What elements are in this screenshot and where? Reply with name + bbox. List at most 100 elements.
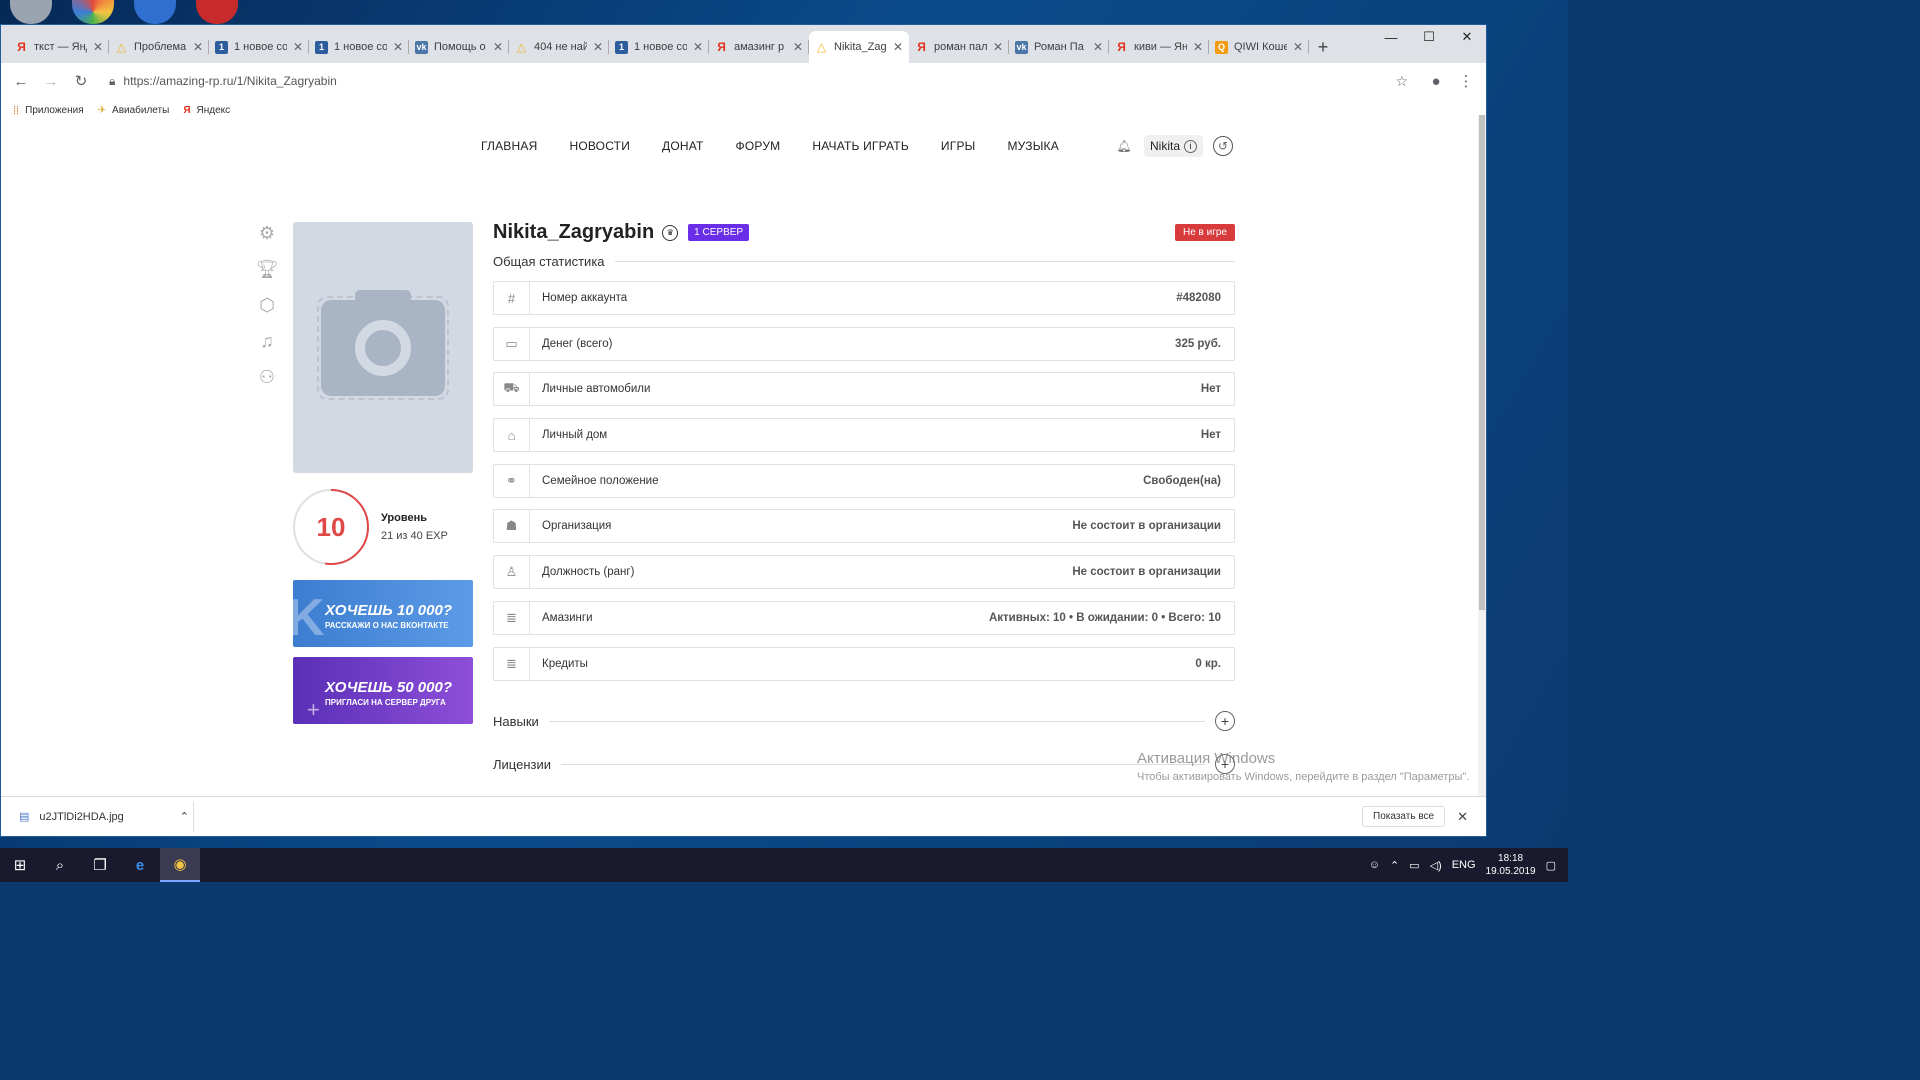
notification-icon[interactable]: ▢ [1546, 859, 1556, 872]
tab-close-icon[interactable]: ✕ [1093, 40, 1103, 54]
invite-promo-banner[interactable]: + ХОЧЕШЬ 50 000? ПРИГЛАСИ НА СЕРВЕР ДРУГ… [293, 657, 473, 724]
tab-close-icon[interactable]: ✕ [393, 40, 403, 54]
tab-close-icon[interactable]: ✕ [93, 40, 103, 54]
nav-link[interactable]: ДОНАТ [662, 139, 704, 153]
browser-tab[interactable]: Яроман пал ✕ [909, 31, 1009, 63]
browser-tab[interactable]: vk Помощь о ✕ [409, 31, 509, 63]
desktop-app-icon[interactable] [134, 0, 176, 24]
chevron-up-icon[interactable]: ⌃ [1390, 859, 1399, 872]
user-menu[interactable]: Nikita i [1144, 135, 1204, 157]
page-scrollbar[interactable] [1478, 115, 1486, 797]
address-bar[interactable]: 🔒︎ https://amazing-rp.ru/1/Nikita_Zagrya… [99, 67, 1418, 95]
stat-row: ▭ Денег (всего) 325 руб. [493, 326, 1235, 361]
nav-link[interactable]: МУЗЫКА [1007, 139, 1058, 153]
windows-start-icon[interactable]: ⊞ [0, 848, 40, 882]
trophy-icon[interactable]: 🏆︎ [254, 258, 280, 280]
logout-icon[interactable]: ↺ [1213, 136, 1234, 156]
cube-icon[interactable]: ⬡ [254, 294, 280, 316]
forward-icon[interactable]: → [39, 69, 63, 93]
music-icon[interactable]: ♫ [254, 330, 280, 352]
file-icon: ▤ [19, 811, 30, 823]
tab-title: 404 не най [534, 41, 587, 53]
browser-tab[interactable]: Якиви — Ян ✕ [1109, 31, 1209, 63]
back-icon[interactable]: ← [9, 69, 33, 93]
nav-link[interactable]: ИГРЫ [941, 139, 976, 153]
browser-tab[interactable]: Яамазинг р ✕ [709, 31, 809, 63]
browser-tab[interactable]: △ Nikita_Zag ✕ [809, 31, 909, 63]
star-icon[interactable]: ☆ [1395, 73, 1408, 90]
maximize-icon[interactable]: ☐ [1410, 25, 1448, 49]
browser-tab[interactable]: Q QIWI Коше ✕ [1209, 31, 1309, 63]
tab-close-icon[interactable]: ✕ [293, 40, 303, 54]
reload-icon[interactable]: ↻ [69, 69, 93, 93]
section-general: Общая статистика [493, 254, 1235, 269]
browser-tab[interactable]: △ Проблема ✕ [109, 31, 209, 63]
tab-title: Nikita_Zag [834, 41, 887, 53]
network-icon[interactable]: ▭ [1409, 859, 1419, 872]
lock-icon: 🔒︎ [109, 73, 116, 88]
system-tray: ☺ ⌃ ▭ ◁) ENG 18:18 19.05.2019 ▢ [1369, 852, 1568, 878]
people-icon[interactable]: ☺ [1369, 859, 1380, 871]
recycle-bin-icon[interactable] [10, 0, 52, 24]
tab-close-icon[interactable]: ✕ [993, 40, 1003, 54]
chrome-icon[interactable]: ◉ [160, 848, 200, 882]
volume-icon[interactable]: ◁) [1430, 859, 1442, 872]
tab-close-icon[interactable]: ✕ [693, 40, 703, 54]
tab-close-icon[interactable]: ✕ [893, 40, 903, 54]
search-icon[interactable]: ⌕ [40, 848, 80, 882]
banner-headline: ХОЧЕШЬ 50 000? [325, 679, 452, 696]
browser-tab[interactable]: vk Роман Па ✕ [1009, 31, 1109, 63]
vk-promo-banner[interactable]: K ХОЧЕШЬ 10 000? РАССКАЖИ О НАС ВКОНТАКТ… [293, 580, 473, 647]
download-item[interactable]: ▤ u2JTlDi2HDA.jpg ⌃ [19, 810, 189, 824]
nav-link[interactable]: ФОРУМ [736, 139, 781, 153]
show-all-button[interactable]: Показать все [1362, 806, 1446, 827]
tab-close-icon[interactable]: ✕ [1193, 40, 1203, 54]
browser-tab[interactable]: 1 1 новое со ✕ [609, 31, 709, 63]
desktop-app-icon[interactable] [72, 0, 114, 24]
level-ring: 10 [293, 489, 369, 565]
tab-title: роман пал [934, 41, 987, 53]
tab-title: 1 новое со [234, 41, 287, 53]
user-settings-icon[interactable]: ⚇ [254, 366, 280, 388]
tab-close-icon[interactable]: ✕ [193, 40, 203, 54]
tab-favicon-icon: 1 [615, 40, 628, 54]
language-indicator[interactable]: ENG [1452, 859, 1476, 871]
level-block: 10 Уровень 21 из 40 EXP [293, 489, 448, 565]
site-nav: ГЛАВНАЯ НОВОСТИ ДОНАТ ФОРУМ НАЧАТЬ ИГРАТЬ ИГР… [1, 135, 1479, 157]
browser-tab[interactable]: 1 1 новое со ✕ [309, 31, 409, 63]
section-title: Лицензии [493, 756, 551, 772]
desktop-app-icon[interactable] [196, 0, 238, 24]
avatar[interactable] [293, 222, 473, 473]
close-icon[interactable]: ✕ [1457, 809, 1468, 825]
clock[interactable]: 18:18 19.05.2019 [1486, 852, 1536, 878]
chevron-up-icon[interactable]: ⌃ [180, 810, 189, 823]
profile-icon[interactable]: ● [1424, 69, 1448, 93]
nav-link[interactable]: НОВОСТИ [569, 139, 630, 153]
browser-tab[interactable]: △ 404 не най ✕ [509, 31, 609, 63]
stat-value: Активных: 10 • В ожидании: 0 • Всего: 10 [988, 611, 1221, 624]
browser-tab[interactable]: 1 1 новое со ✕ [209, 31, 309, 63]
couple-icon: ⚭ [494, 464, 530, 497]
stat-label: Организация [542, 520, 612, 533]
url-text[interactable]: https://amazing-rp.ru/1/Nikita_Zagryabin [123, 74, 336, 88]
expand-plus-icon[interactable]: + [1215, 711, 1235, 731]
stat-value: #482080 [1176, 292, 1221, 304]
browser-toolbar: ← → ↻ 🔒︎ https://amazing-rp.ru/1/Nikita_… [1, 63, 1486, 99]
stats-list: # Номер аккаунта #482080 ▭ Денег (всего) 325 … [493, 281, 1235, 681]
new-tab-button[interactable]: + [1309, 31, 1337, 63]
tab-close-icon[interactable]: ✕ [1293, 40, 1303, 54]
nav-link[interactable]: ГЛАВНАЯ [481, 139, 537, 153]
menu-icon[interactable]: ⋮ [1454, 69, 1478, 93]
task-view-icon[interactable]: ❐ [80, 848, 120, 882]
bell-icon[interactable]: 🔔︎ [1114, 136, 1134, 156]
browser-tab[interactable]: Яткст — Янд ✕ [9, 31, 109, 63]
nav-link[interactable]: НАЧАТЬ ИГРАТЬ [812, 139, 909, 153]
tab-close-icon[interactable]: ✕ [793, 40, 803, 54]
edge-icon[interactable]: e [120, 848, 160, 882]
tab-close-icon[interactable]: ✕ [493, 40, 503, 54]
settings-icon[interactable]: ⚙ [254, 222, 280, 244]
close-icon[interactable]: ✕ [1448, 25, 1486, 49]
stat-value: 0 кр. [1195, 657, 1221, 670]
minimize-icon[interactable]: — [1372, 25, 1410, 49]
tab-close-icon[interactable]: ✕ [593, 40, 603, 54]
